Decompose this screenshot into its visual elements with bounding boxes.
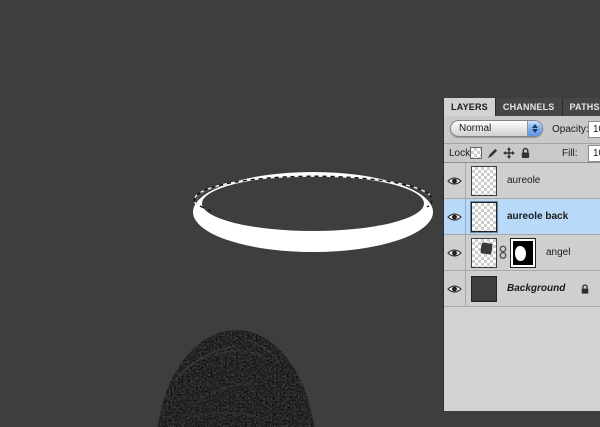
layer-thumbnail[interactable] — [471, 275, 497, 302]
blend-mode-dropdown[interactable]: Normal — [450, 120, 543, 137]
photoshop-workspace: LAYERS CHANNELS PATHS Normal Opacity: 10… — [0, 0, 600, 427]
layer-thumbnail[interactable] — [471, 165, 497, 196]
visibility-toggle[interactable] — [444, 163, 466, 198]
mask-content — [515, 245, 526, 261]
layer-name[interactable]: aureole back — [507, 211, 568, 222]
tab-paths[interactable]: PATHS — [562, 98, 600, 116]
eye-icon — [447, 284, 462, 293]
visibility-toggle[interactable] — [444, 271, 466, 306]
visibility-toggle[interactable] — [444, 199, 466, 234]
fill-input[interactable]: 100 — [588, 145, 600, 162]
visibility-toggle[interactable] — [444, 235, 466, 270]
layer-name[interactable]: Background — [507, 283, 565, 294]
panel-empty-area — [444, 307, 600, 410]
layer-row-aureole[interactable]: aureole — [444, 163, 600, 199]
lock-move-icon[interactable] — [503, 147, 515, 159]
tab-channels[interactable]: CHANNELS — [495, 98, 563, 116]
mask-link-chain-icon[interactable] — [499, 245, 507, 260]
layer-thumbnail[interactable] — [471, 201, 497, 232]
lock-paint-brush-icon[interactable] — [487, 148, 498, 159]
layer-name[interactable]: aureole — [507, 175, 540, 186]
opacity-input[interactable]: 100 — [588, 121, 600, 138]
eye-icon — [447, 248, 462, 257]
layer-row-angel[interactable]: angel — [444, 235, 600, 271]
layers-panel: LAYERS CHANNELS PATHS Normal Opacity: 10… — [443, 98, 600, 411]
tab-layers[interactable]: LAYERS — [444, 98, 496, 116]
layer-name[interactable]: angel — [546, 247, 570, 258]
lock-all-padlock-icon[interactable] — [520, 147, 531, 159]
opacity-label: Opacity: — [552, 124, 589, 135]
head-photo — [157, 330, 315, 427]
blend-mode-value: Normal — [459, 123, 492, 134]
layer-mask-thumbnail[interactable] — [510, 237, 536, 268]
lock-fill-row: Lock: Fill: 100 — [444, 144, 600, 163]
halo-ring — [193, 172, 433, 252]
eye-icon — [447, 176, 462, 185]
layer-row-aureole-back[interactable]: aureole back — [444, 199, 600, 235]
panel-tab-bar: LAYERS CHANNELS PATHS — [444, 98, 600, 116]
background-lock-icon — [581, 283, 589, 294]
dropdown-stepper-icon — [527, 121, 542, 136]
thumbnail-content — [480, 241, 493, 255]
lock-transparency-icon[interactable] — [470, 147, 482, 159]
layer-row-background[interactable]: Background — [444, 271, 600, 307]
eye-icon — [447, 212, 462, 221]
blend-opacity-row: Normal Opacity: 100 — [444, 116, 600, 144]
fill-label: Fill: — [562, 148, 578, 159]
layer-thumbnail[interactable] — [471, 237, 497, 268]
